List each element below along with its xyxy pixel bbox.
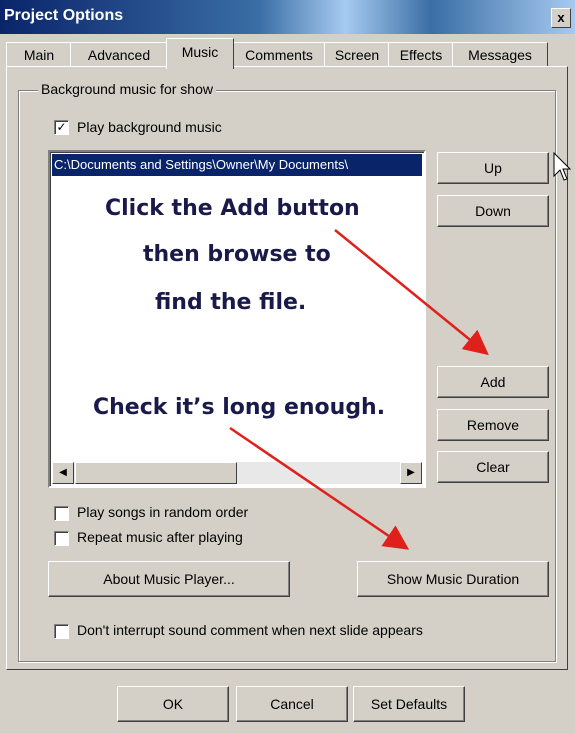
ok-button[interactable]: OK [117,686,229,722]
dont-interrupt-label: Don't interrupt sound comment when next … [77,622,423,638]
play-background-music-label: Play background music [77,119,222,135]
close-button[interactable]: x [551,8,571,28]
tab-advanced[interactable]: Advanced [70,42,168,67]
list-item[interactable]: C:\Documents and Settings\Owner\My Docum… [52,154,422,176]
scroll-left-icon[interactable]: ◀ [52,462,74,484]
annotation-line-1: Click the Add button [105,196,360,221]
window-title: Project Options [4,7,124,24]
random-order-checkbox[interactable] [54,506,69,521]
mouse-pointer-icon [553,152,571,181]
dont-interrupt-checkbox[interactable] [54,624,69,639]
repeat-music-checkbox[interactable] [54,531,69,546]
group-label: Background music for show [38,81,216,97]
repeat-music-label: Repeat music after playing [77,529,243,545]
annotation-line-2: then browse to [143,242,331,267]
show-music-duration-button[interactable]: Show Music Duration [357,561,549,597]
up-button[interactable]: Up [437,152,549,184]
cancel-button[interactable]: Cancel [236,686,348,722]
tab-music[interactable]: Music [166,38,234,69]
clear-button[interactable]: Clear [437,451,549,483]
add-button[interactable]: Add [437,366,549,398]
scroll-right-icon[interactable]: ▶ [400,462,422,484]
title-bar: Project Options x [0,0,575,34]
set-defaults-button[interactable]: Set Defaults [353,686,465,722]
tab-effects[interactable]: Effects [388,42,454,67]
horizontal-scrollbar[interactable]: ◀ ▶ [52,462,422,484]
remove-button[interactable]: Remove [437,409,549,441]
tab-main[interactable]: Main [6,42,72,67]
play-background-music-checkbox[interactable]: ✓ [54,120,69,135]
down-button[interactable]: Down [437,195,549,227]
annotation-line-4: Check it’s long enough. [93,395,386,420]
annotation-line-3: find the file. [155,290,307,315]
tab-screen[interactable]: Screen [324,42,390,67]
tab-messages[interactable]: Messages [452,42,548,67]
random-order-label: Play songs in random order [77,504,249,520]
about-music-player-button[interactable]: About Music Player... [48,561,290,597]
tab-comments[interactable]: Comments [232,42,326,67]
scroll-thumb[interactable] [75,462,237,484]
